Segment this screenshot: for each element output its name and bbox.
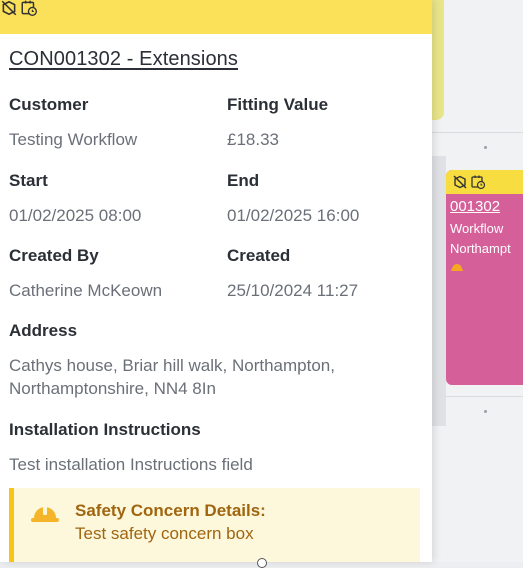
calendar-dot [484, 410, 487, 413]
address-line-2: Northamptonshire, NN4 8In [9, 379, 216, 398]
calendar-background-strip [432, 156, 446, 426]
hard-hat-icon [446, 259, 523, 277]
event-card-header [446, 170, 523, 194]
fitting-value-label: Fitting Value [227, 95, 329, 114]
job-details-popover: CON001302 - Extensions Customer Testing … [0, 0, 432, 562]
fitting-value-value: £18.33 [227, 130, 279, 149]
calendar-clock-icon [471, 175, 486, 190]
installation-instructions-label: Installation Instructions [9, 420, 201, 439]
created-value: 25/10/2024 11:27 [227, 281, 359, 300]
safety-concern-text: Test safety concern box [75, 524, 254, 543]
start-label: Start [9, 171, 48, 190]
calendar-dot [484, 146, 487, 149]
calendar-grid-line [432, 132, 523, 133]
created-by-value: Catherine McKeown [9, 281, 163, 300]
cursor-indicator [257, 558, 267, 568]
popover-header [0, 0, 432, 34]
calendar-clock-icon [21, 0, 37, 16]
event-card-location: Northampt [450, 241, 511, 256]
event-card-yellow-edge [432, 0, 444, 120]
installation-instructions-value: Test installation Instructions field [9, 455, 253, 474]
customer-value: Testing Workflow [9, 130, 138, 149]
event-card-customer: Workflow [450, 221, 504, 236]
calendar-event-card[interactable]: 001302 Workflow Northampt [446, 170, 523, 385]
end-label: End [227, 171, 260, 190]
start-value: 01/02/2025 08:00 [9, 206, 142, 225]
end-value: 01/02/2025 16:00 [227, 206, 360, 225]
job-title-link[interactable]: CON001302 - Extensions [9, 48, 238, 71]
created-by-label: Created By [9, 246, 99, 265]
event-card-id[interactable]: 001302 [446, 194, 523, 215]
no-box-icon [1, 0, 17, 16]
address-label: Address [9, 321, 78, 340]
address-line-1: Cathys house, Briar hill walk, Northampt… [9, 356, 335, 375]
safety-concern-title: Safety Concern Details: [75, 501, 266, 520]
safety-concern-box: Safety Concern Details: Test safety conc… [9, 488, 420, 562]
hard-hat-icon [30, 502, 60, 529]
customer-label: Customer [9, 95, 89, 114]
no-box-icon [453, 175, 467, 189]
created-label: Created [227, 246, 291, 265]
